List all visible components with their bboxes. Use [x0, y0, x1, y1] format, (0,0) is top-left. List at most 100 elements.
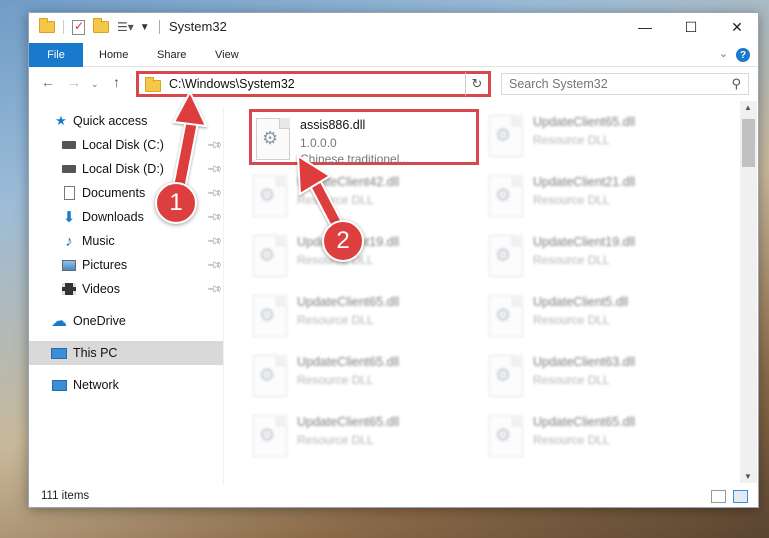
- star-icon: ★: [55, 113, 67, 128]
- file-name: UpdateClient65.dll: [297, 295, 400, 309]
- tab-share[interactable]: Share: [157, 43, 186, 67]
- file-item[interactable]: ⚙ UpdateClient5.dll Resource DLL: [485, 289, 715, 345]
- file-description: Resource DLL: [533, 193, 610, 207]
- computer-icon: [51, 345, 67, 361]
- file-detail: Chinese traditionel...: [300, 152, 410, 166]
- file-item-highlighted[interactable]: ⚙ assis886.dll 1.0.0.0 Chinese traditionel.…: [249, 109, 479, 166]
- file-description: Resource DLL: [297, 373, 374, 387]
- file-item[interactable]: ⚙ UpdateClient42.dll Resource DLL: [249, 169, 479, 225]
- tab-view[interactable]: View: [215, 43, 239, 67]
- gear-icon: ⚙: [495, 425, 512, 445]
- item-count: 111 items: [41, 490, 90, 502]
- scroll-down-icon[interactable]: ▼: [744, 472, 752, 481]
- pin-icon[interactable]: 📌︎: [206, 161, 223, 178]
- file-item[interactable]: ⚙ UpdateClient63.dll Resource DLL: [485, 349, 715, 405]
- callout-badge-1: 1: [155, 182, 197, 224]
- gear-icon: ⚙: [259, 245, 276, 265]
- sidebar-item-local-disk-c[interactable]: Local Disk (C:) 📌︎: [29, 133, 223, 157]
- sidebar-item-local-disk-d[interactable]: Local Disk (D:) 📌︎: [29, 157, 223, 181]
- customize-toolbar-icon[interactable]: ☰▾: [117, 20, 134, 34]
- details-view-icon[interactable]: [711, 490, 726, 503]
- gear-icon: ⚙: [495, 125, 512, 145]
- search-icon[interactable]: ⚲: [731, 76, 741, 92]
- file-description: 1.0.0.0: [300, 136, 337, 150]
- sidebar-item-label: Quick access: [73, 114, 148, 128]
- tab-file[interactable]: File: [29, 43, 83, 67]
- up-arrow-icon[interactable]: ↑: [113, 74, 120, 90]
- address-bar[interactable]: C:\Windows\System32 ⌄: [136, 71, 489, 97]
- pin-icon[interactable]: 📌︎: [206, 137, 223, 154]
- file-description: Resource DLL: [297, 433, 374, 447]
- file-description: Resource DLL: [533, 313, 610, 327]
- file-item[interactable]: ⚙ UpdateClient21.dll Resource DLL: [485, 169, 715, 225]
- folder-icon: [145, 76, 161, 92]
- toolbar-divider: [63, 20, 64, 34]
- file-item[interactable]: ⚙UpdateClient19.dllResource DLL: [485, 229, 715, 285]
- videos-icon: [61, 281, 77, 297]
- status-bar: 111 items: [29, 487, 758, 507]
- sidebar-item-label: OneDrive: [73, 314, 126, 328]
- gear-icon: ⚙: [495, 185, 512, 205]
- search-box[interactable]: ⚲: [501, 73, 749, 95]
- file-name: UpdateClient65.dll: [533, 115, 636, 129]
- file-name: UpdateClient21.dll: [533, 175, 636, 189]
- file-name: UpdateClient65.dll: [297, 355, 400, 369]
- sidebar-item-music[interactable]: ♪ Music 📌︎: [29, 229, 223, 253]
- sidebar-item-onedrive[interactable]: ☁ OneDrive: [29, 309, 223, 333]
- minimize-button[interactable]: —: [622, 13, 668, 41]
- close-button[interactable]: ✕: [714, 13, 760, 41]
- sidebar-item-label: This PC: [73, 346, 118, 360]
- sidebar-item-videos[interactable]: Videos 📌︎: [29, 277, 223, 301]
- recent-locations-icon[interactable]: ⌄: [91, 79, 99, 90]
- file-item[interactable]: ⚙ UpdateClient65.dll Resource DLL: [485, 109, 715, 165]
- new-folder-icon[interactable]: [93, 18, 109, 33]
- title-bar: ☰▾ ▼ System32 — ☐ ✕: [29, 13, 758, 41]
- large-icons-view-icon[interactable]: [733, 490, 748, 503]
- file-item[interactable]: ⚙ UpdateClient65.dll Resource DLL: [249, 289, 479, 345]
- file-item[interactable]: ⚙ UpdateClient65.dll Resource DLL: [485, 409, 715, 465]
- maximize-button[interactable]: ☐: [668, 13, 714, 41]
- scroll-up-icon[interactable]: ▲: [744, 103, 752, 112]
- help-icon[interactable]: ?: [736, 48, 750, 62]
- pin-icon[interactable]: 📌︎: [206, 185, 223, 202]
- cloud-icon: ☁: [51, 313, 67, 330]
- file-item[interactable]: ⚙ UpdateClient65.dll Resource DLL: [249, 409, 479, 465]
- quick-access-toolbar: ☰▾ ▼: [39, 18, 150, 36]
- pin-icon[interactable]: 📌︎: [206, 257, 223, 274]
- music-icon: ♪: [65, 232, 73, 250]
- network-icon: [51, 377, 67, 393]
- navigation-pane: ★ Quick access Local Disk (C:) 📌︎ Local …: [29, 107, 223, 485]
- toolbar-dropdown-icon[interactable]: ▼: [140, 22, 150, 33]
- sidebar-item-network[interactable]: Network: [29, 373, 223, 397]
- pane-divider[interactable]: [223, 107, 224, 485]
- expand-ribbon-icon[interactable]: ⌄: [719, 47, 728, 60]
- tab-home[interactable]: Home: [99, 43, 128, 67]
- refresh-icon: ↻: [471, 76, 483, 91]
- pin-icon[interactable]: 📌︎: [206, 281, 223, 298]
- sidebar-item-quick-access[interactable]: ★ Quick access: [29, 109, 223, 133]
- pin-icon[interactable]: 📌︎: [206, 233, 223, 250]
- pin-icon[interactable]: 📌︎: [206, 209, 223, 226]
- explorer-window: ☰▾ ▼ System32 — ☐ ✕ File Home Share View…: [28, 12, 759, 508]
- address-path[interactable]: C:\Windows\System32: [169, 77, 295, 91]
- file-item[interactable]: ⚙UpdateClient19.dllResource DLL: [249, 229, 479, 285]
- search-input[interactable]: [502, 77, 712, 91]
- file-item[interactable]: ⚙ UpdateClient65.dll Resource DLL: [249, 349, 479, 405]
- properties-icon[interactable]: [72, 19, 85, 35]
- sidebar-item-label: Documents: [82, 186, 146, 200]
- sidebar-item-pictures[interactable]: Pictures 📌︎: [29, 253, 223, 277]
- window-title: System32: [169, 19, 227, 34]
- back-arrow-icon[interactable]: ←: [41, 74, 55, 90]
- vertical-scrollbar[interactable]: ▲ ▼: [740, 101, 757, 483]
- gear-icon: ⚙: [495, 305, 512, 325]
- sidebar-item-this-pc[interactable]: This PC: [29, 341, 223, 365]
- gear-icon: ⚙: [259, 425, 276, 445]
- scrollbar-thumb[interactable]: [742, 119, 755, 167]
- forward-arrow-icon[interactable]: →: [67, 74, 81, 90]
- gear-icon: ⚙: [262, 128, 279, 148]
- gear-icon: ⚙: [259, 185, 276, 205]
- file-list: ⚙ assis886.dll 1.0.0.0 Chinese traditionel.…: [229, 101, 739, 483]
- file-name: assis886.dll: [300, 118, 366, 132]
- refresh-button[interactable]: ↻: [465, 71, 491, 97]
- file-name: UpdateClient63.dll: [533, 355, 636, 369]
